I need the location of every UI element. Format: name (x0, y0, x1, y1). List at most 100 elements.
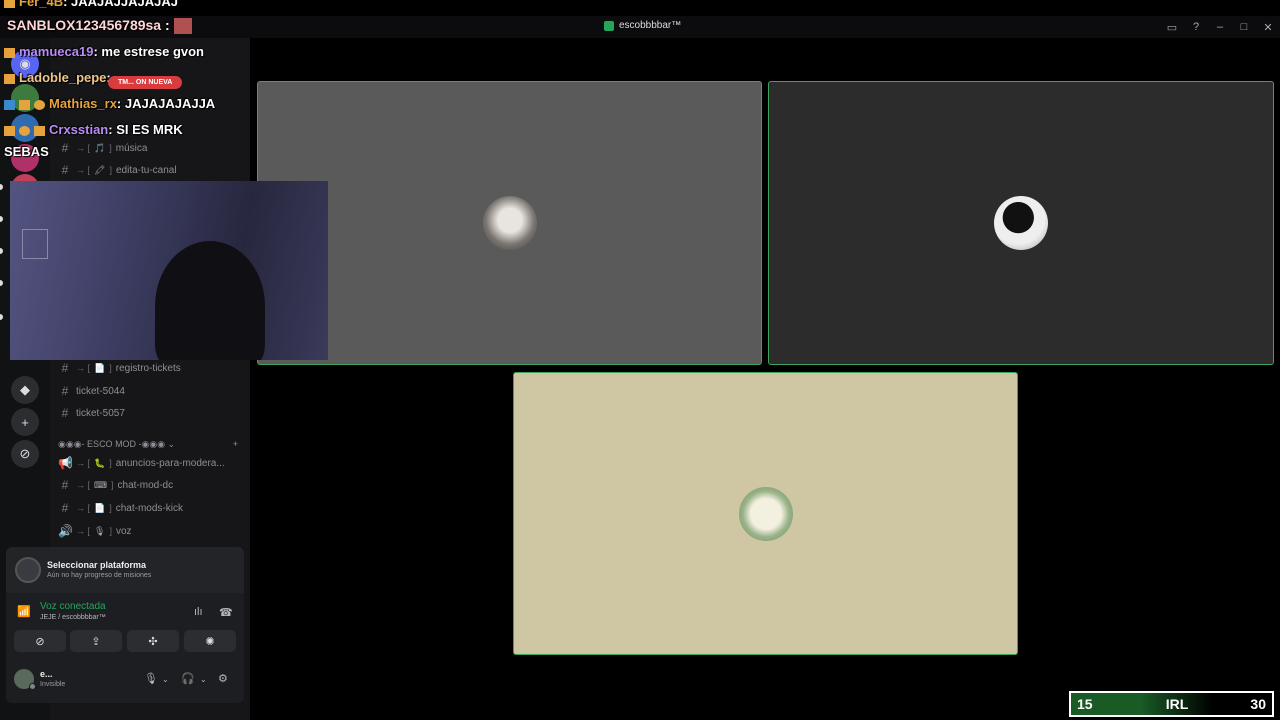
score-right: 30 (1250, 696, 1266, 712)
channel-name: música (115, 142, 148, 154)
camera-button[interactable]: ⊘ (14, 630, 66, 652)
speaker-icon: 🔊 (58, 524, 73, 538)
channel-name: edita-tu-canal (115, 164, 177, 176)
hash-icon: # (61, 361, 69, 375)
hash-icon: # (61, 141, 69, 155)
chat-user: SANBLOX123456789sa (7, 17, 162, 33)
score-box: 15 IRL 30 (1069, 691, 1274, 717)
unread-pill (0, 314, 3, 320)
score-label: IRL (1141, 693, 1213, 715)
chat-message: Crxsstian: SI ES MRK (4, 122, 183, 137)
crown-badge-icon (4, 0, 15, 8)
chat-message: SANBLOX123456789sa : (7, 17, 192, 35)
crown-badge-icon (19, 99, 30, 110)
noise-suppression-icon[interactable]: ılı (194, 606, 203, 618)
quest-icon (15, 557, 41, 583)
voice-channel[interactable]: JEJE / escobbbbar™ (40, 614, 106, 621)
channel-name: ticket-5044 (76, 385, 125, 397)
channel-name: ticket-5057 (76, 407, 125, 419)
channel-name: registro-tickets (115, 362, 181, 374)
unread-pill (0, 216, 3, 222)
chat-message: Mathias_rx: JAJAJAJAJJA (4, 96, 215, 111)
channel-emoji: 🖍 (94, 164, 106, 175)
bracket-close: ] (109, 458, 112, 468)
server-icon (604, 20, 614, 31)
crown-badge-icon (4, 47, 15, 58)
chat-message: mamueca19: me estrese gvon (4, 44, 204, 59)
chevron-down-icon[interactable]: ⌄ (200, 675, 207, 684)
channel-emoji: 📄 (94, 502, 106, 513)
wall-outlet (22, 229, 48, 259)
settings-gear-icon[interactable]: ⚙ (218, 672, 228, 685)
arrow-icon: → [ (76, 363, 91, 373)
hash-icon: # (61, 163, 69, 177)
arrow-icon: → [ (76, 458, 91, 468)
chat-message: SEBAS (4, 144, 49, 159)
category-header[interactable]: ◉◉◉- ESCO MOD -◉◉◉ ⌄ + (58, 439, 238, 450)
hash-icon: # (61, 501, 69, 515)
new-badge: TM... ON NUEVA (108, 76, 183, 89)
chat-message: Fer_4B: JAAJAJJAJAJAJ (4, 0, 178, 9)
chat-user: Crxsstian (49, 122, 109, 137)
user-bar: e... Invisible 🎙 ⌄ 🎧 ⌄ ⚙ (6, 657, 244, 703)
close-button[interactable]: ✕ (1256, 16, 1280, 38)
bracket-close: ] (109, 363, 112, 373)
unread-pill (0, 248, 3, 254)
channel-item[interactable]: # → [ 📄 ] registro-tickets (58, 358, 242, 378)
voice-channel-item[interactable]: 🔊 → [ 🎙 ] voz (58, 521, 242, 541)
channel-item[interactable]: # → [ 🖍 ] edita-tu-canal (58, 160, 242, 180)
channel-name: chat-mods-kick (115, 502, 183, 514)
bracket-close: ] (109, 165, 112, 175)
headphones-icon[interactable]: 🎧 (181, 672, 195, 685)
chat-text: : JAAJAJJAJAJAJ (63, 0, 178, 9)
add-channel-icon[interactable]: + (233, 439, 238, 450)
server-icon-5[interactable]: ◆ (11, 376, 39, 404)
bracket-close: ] (109, 503, 112, 513)
chevron-down-icon[interactable]: ⌄ (162, 675, 169, 684)
chat-message: Ladoble_pepe: (4, 70, 111, 85)
activities-button[interactable]: ✣ (127, 630, 179, 652)
voice-status[interactable]: Voz conectada (40, 601, 106, 612)
ticket-channel[interactable]: # ticket-5044 (58, 381, 242, 401)
channel-item[interactable]: # → [ 📄 ] chat-mods-kick (58, 498, 242, 518)
channel-emoji: ⌨ (94, 479, 108, 490)
username: e... (40, 669, 53, 679)
channel-item[interactable]: # → [ ⌨ ] chat-mod-dc (58, 475, 242, 495)
streamer-silhouette (155, 241, 265, 360)
video-tile-1[interactable] (257, 81, 762, 365)
explore-icon[interactable]: ⊘ (11, 440, 39, 468)
inbox-icon[interactable]: ▭ (1160, 16, 1184, 38)
screen-share-button[interactable]: ⇪ (70, 630, 122, 652)
category-name: ◉◉◉- ESCO MOD -◉◉◉ ⌄ (58, 439, 176, 449)
add-server-icon[interactable]: + (11, 408, 39, 436)
signal-icon: 📶 (17, 606, 31, 618)
channel-item[interactable]: # → [ 🎵 ] música (58, 138, 242, 158)
quest-panel[interactable]: Seleccionar plataforma Aún no hay progre… (6, 547, 244, 593)
participant-avatar (994, 196, 1048, 250)
arrow-icon: → [ (76, 143, 91, 153)
chat-user: Ladoble_pepe (19, 70, 107, 85)
maximize-button[interactable]: □ (1232, 16, 1256, 38)
channel-emoji: 🎵 (94, 142, 106, 153)
ticket-channel[interactable]: # ticket-5057 (58, 403, 242, 423)
crown-badge-icon (34, 125, 45, 136)
chat-text: : JAJAJAJAJJA (116, 96, 216, 111)
participant-avatar (482, 196, 537, 250)
disconnect-icon[interactable]: ☎ (219, 606, 233, 619)
announcement-icon: 📢 (58, 456, 73, 470)
microphone-icon[interactable]: 🎙 (144, 672, 158, 685)
bracket-close: ] (111, 480, 114, 490)
voice-panel: 📶 Voz conectada JEJE / escobbbbar™ ılı ☎… (6, 593, 244, 657)
chat-user: Fer_4B (19, 0, 64, 9)
video-tile-2[interactable] (768, 81, 1274, 365)
hash-icon: # (61, 478, 69, 492)
minimize-button[interactable]: – (1208, 16, 1232, 38)
soundboard-button[interactable]: ✺ (184, 630, 236, 652)
hash-icon: # (61, 384, 69, 398)
channel-item[interactable]: 📢 → [ 🐛 ] anuncios-para-modera... (58, 453, 242, 473)
emote-icon (173, 18, 192, 35)
help-icon[interactable]: ? (1184, 16, 1208, 38)
video-tile-3[interactable] (513, 372, 1018, 655)
crown-badge-icon (4, 125, 15, 136)
status-indicator (29, 683, 36, 690)
